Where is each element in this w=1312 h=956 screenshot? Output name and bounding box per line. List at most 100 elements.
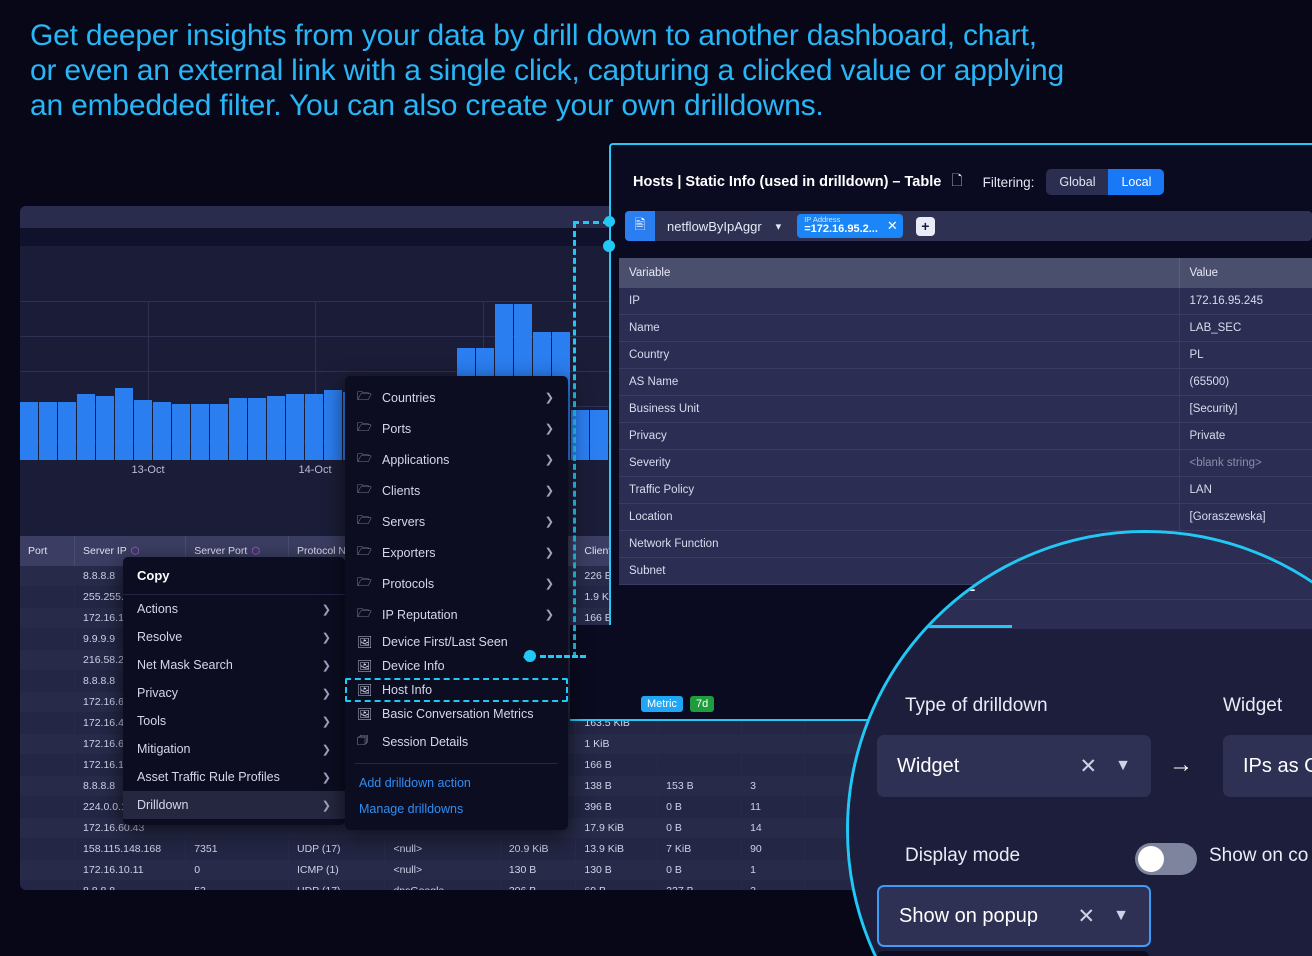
filter-option-local[interactable]: Local — [1108, 169, 1165, 195]
close-icon[interactable]: ✕ — [1078, 904, 1096, 929]
drilldown-item-ports[interactable]: 🗁 Ports ❯ — [345, 413, 568, 444]
drilldown-item-session-details[interactable]: 🗇 Session Details — [345, 726, 568, 757]
chart-bar[interactable] — [229, 398, 247, 460]
manage-drilldowns-link[interactable]: Manage drilldowns — [345, 796, 568, 822]
table-row[interactable]: Traffic Policy LAN — [619, 476, 1312, 504]
menu-item-label: Drilldown — [137, 798, 189, 812]
show-on-condition-toggle[interactable] — [1135, 843, 1197, 875]
drilldown-item-device-first-last-seen[interactable]: 🖼 Device First/Last Seen — [345, 630, 568, 654]
chart-bar[interactable] — [172, 404, 190, 460]
drilldown-item-label: Countries — [382, 390, 436, 405]
chart-bar[interactable] — [286, 394, 304, 460]
chart-bar[interactable] — [20, 402, 38, 460]
chevron-down-icon[interactable]: ▾ — [776, 220, 782, 233]
drilldown-item-ip-reputation[interactable]: 🗁 IP Reputation ❯ — [345, 599, 568, 630]
display-mode-select[interactable]: Show on popup ✕ ▼ — [877, 885, 1151, 947]
menu-item-resolve[interactable]: Resolve ❯ — [123, 623, 345, 651]
filter-option-global[interactable]: Global — [1046, 169, 1109, 195]
table-cell: ICMP (1) — [288, 859, 386, 881]
grid-icon: 🗇 — [357, 733, 369, 747]
menu-item-tools[interactable]: Tools ❯ — [123, 707, 345, 735]
chart-bar[interactable] — [96, 396, 114, 460]
chart-bar[interactable] — [191, 404, 209, 460]
menu-item-mitigation[interactable]: Mitigation ❯ — [123, 735, 345, 763]
context-menu-header[interactable]: Copy — [123, 557, 345, 595]
chart-bar[interactable] — [305, 394, 323, 460]
chart-bar[interactable] — [134, 400, 152, 460]
table-cell: 1 KiB — [575, 733, 659, 755]
chart-bar[interactable] — [267, 396, 285, 460]
table-row[interactable]: 158.115.148.168 7351 UDP (17) <null> 20.9 Ki… — [20, 838, 868, 860]
filtering-toggle-group[interactable]: Global Local — [1046, 169, 1165, 195]
table-cell — [20, 817, 76, 839]
chart-bar[interactable] — [248, 398, 266, 460]
drilldown-tab-title[interactable]: lldown 1 — [895, 571, 976, 597]
table-row[interactable]: Business Unit [Security] — [619, 395, 1312, 423]
table-cell: 53 — [185, 880, 289, 890]
close-icon[interactable]: ✕ — [887, 218, 898, 234]
chevron-right-icon: ❯ — [544, 423, 554, 435]
filter-chip-ip-address[interactable]: IP Address =172.16.95.2... ✕ — [797, 214, 903, 238]
plus-icon[interactable]: + — [915, 216, 935, 236]
chart-bar[interactable] — [58, 402, 76, 460]
drilldown-item-clients[interactable]: 🗁 Clients ❯ — [345, 475, 568, 506]
chevron-down-icon[interactable]: ▼ — [1113, 907, 1129, 925]
table-row[interactable]: Severity <blank string> — [619, 449, 1312, 477]
drilldown-item-servers[interactable]: 🗁 Servers ❯ — [345, 506, 568, 537]
menu-item-actions[interactable]: Actions ❯ — [123, 595, 345, 623]
table-cell: 90 — [741, 838, 805, 860]
chart-bar[interactable] — [590, 410, 608, 460]
variable-name: Privacy — [619, 422, 1180, 450]
chart-bar[interactable] — [324, 390, 342, 460]
table-row[interactable]: Location [Goraszewska] — [619, 503, 1312, 531]
type-of-drilldown-label: Type of drilldown — [905, 695, 1048, 716]
table-row[interactable]: Country PL — [619, 341, 1312, 369]
widget-select[interactable]: IPs as Cli — [1223, 735, 1312, 797]
table-row[interactable]: 172.16.10.11 0 ICMP (1) <null> 130 B 130 B0 B… — [20, 859, 868, 881]
chart-bar[interactable] — [115, 388, 133, 460]
drilldown-item-label: Session Details — [382, 734, 469, 749]
table-row[interactable]: 8.8.8.853UDP (17)dnsGoogle306 B69 B237 B… — [20, 880, 868, 890]
menu-item-privacy[interactable]: Privacy ❯ — [123, 679, 345, 707]
display-mode-label: Display mode — [905, 845, 1021, 866]
menu-item-drilldown[interactable]: Drilldown ❯ — [123, 791, 345, 819]
column-header-port[interactable]: Port — [20, 536, 76, 566]
table-cell: 3 — [741, 775, 805, 797]
chart-bar[interactable] — [39, 402, 57, 460]
column-header-value[interactable]: Value — [1179, 258, 1312, 288]
menu-item-net-mask-search[interactable]: Net Mask Search ❯ — [123, 651, 345, 679]
table-cell — [20, 775, 76, 797]
variable-name: Name — [619, 314, 1180, 342]
datasource-name[interactable]: netflowByIpAggr — [667, 219, 762, 234]
variable-value: Private — [1179, 422, 1312, 450]
table-cell — [20, 754, 76, 776]
column-header-variable[interactable]: Variable — [619, 258, 1180, 288]
drilldown-item-host-info[interactable]: 🖼 Host Info — [345, 678, 568, 702]
table-row[interactable]: Privacy Private — [619, 422, 1312, 450]
drilldown-item-label: Servers — [382, 514, 426, 529]
drilldown-item-countries[interactable]: 🗁 Countries ❯ — [345, 382, 568, 413]
chart-bar[interactable] — [210, 404, 228, 460]
chevron-down-icon[interactable]: ▼ — [1115, 757, 1131, 775]
table-row[interactable]: AS Name (65500) — [619, 368, 1312, 396]
menu-item-label: Tools — [137, 714, 167, 728]
dataset-icon[interactable]: 🖹 — [625, 211, 655, 241]
filtering-label: Filtering: — [982, 174, 1035, 190]
drilldown-item-exporters[interactable]: 🗁 Exporters ❯ — [345, 537, 568, 568]
table-row[interactable]: IP 172.16.95.245 — [619, 288, 1312, 315]
chart-bar[interactable] — [153, 402, 171, 460]
menu-item-asset-traffic-rule-profiles[interactable]: Asset Traffic Rule Profiles ❯ — [123, 763, 345, 791]
drilldown-item-basic-conversation-metrics[interactable]: 🖼 Basic Conversation Metrics — [345, 702, 568, 726]
drilldown-item-applications[interactable]: 🗁 Applications ❯ — [345, 444, 568, 475]
type-of-drilldown-select[interactable]: Widget ✕ ▼ — [877, 735, 1151, 797]
copy-icon[interactable]: 🗋 — [951, 170, 962, 194]
widget-label: Widget — [1223, 695, 1283, 716]
table-row[interactable]: Name LAB_SEC — [619, 314, 1312, 342]
drilldown-item-protocols[interactable]: 🗁 Protocols ❯ — [345, 568, 568, 599]
add-drilldown-action-link[interactable]: Add drilldown action — [345, 770, 568, 796]
chart-bar[interactable] — [77, 394, 95, 460]
table-cell: 158.115.148.168 — [74, 838, 187, 860]
cube-icon: ⬡ — [251, 546, 261, 557]
close-icon[interactable]: ✕ — [1080, 754, 1098, 779]
table-cell: 306 B — [500, 880, 577, 890]
